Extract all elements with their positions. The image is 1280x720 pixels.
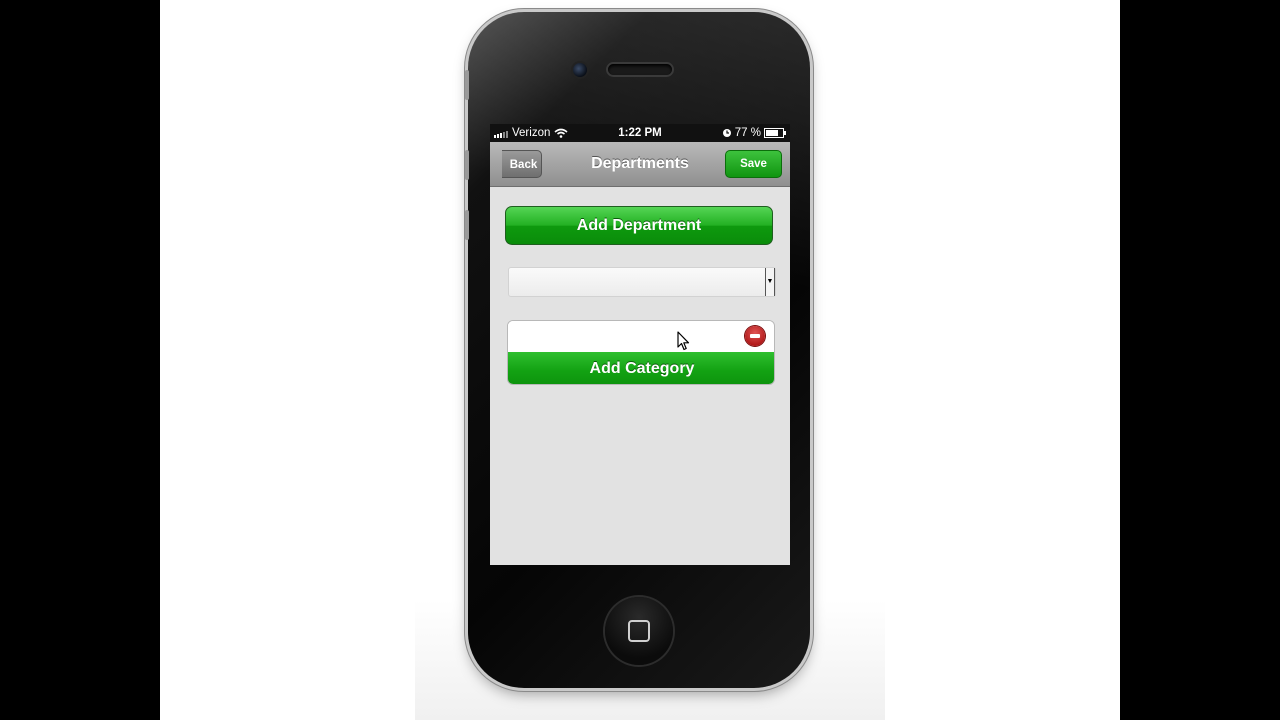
alarm-clock-icon (722, 129, 731, 137)
category-card: Add Category (507, 320, 775, 385)
status-bar: Verizon 1:22 PM 77 % (490, 124, 790, 142)
save-button[interactable]: Save (725, 150, 782, 178)
battery-percent: 77 % (734, 127, 761, 139)
add-category-button[interactable]: Add Category (508, 352, 774, 384)
back-button-label: Back (509, 159, 538, 171)
back-button[interactable]: Back (502, 150, 542, 178)
category-input[interactable] (508, 321, 774, 352)
volume-up-button (465, 150, 469, 180)
chevron-down-icon[interactable]: ▼ (765, 268, 775, 296)
mouse-pointer-icon (677, 331, 690, 351)
navigation-bar: Departments Back Save (490, 142, 790, 187)
department-select[interactable]: ▼ (508, 267, 776, 297)
front-camera (573, 63, 587, 77)
add-department-button[interactable]: Add Department (505, 206, 773, 245)
home-square-icon (628, 620, 650, 642)
volume-down-button (465, 210, 469, 240)
phone-screen: Verizon 1:22 PM 77 % Departments Back Sa… (490, 124, 790, 565)
home-button[interactable] (605, 597, 673, 665)
earpiece-speaker (608, 64, 672, 75)
battery-icon (764, 128, 786, 138)
mute-switch (465, 70, 469, 100)
remove-circle-icon[interactable] (745, 326, 765, 346)
